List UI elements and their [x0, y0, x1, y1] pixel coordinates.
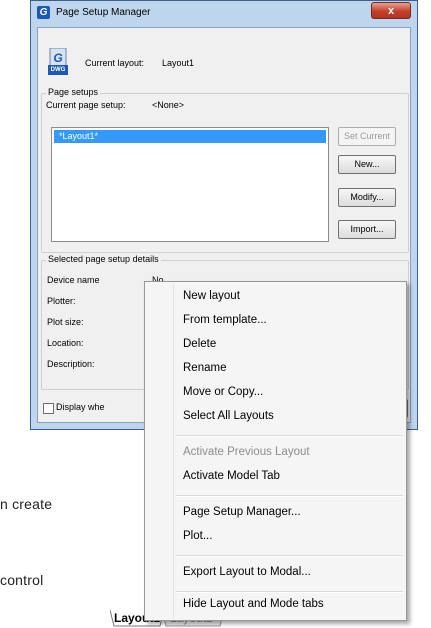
title-bar[interactable]: G Page Setup Manager x: [31, 1, 417, 27]
description-label: Description:: [47, 359, 95, 369]
modify-button[interactable]: Modify...: [338, 188, 396, 207]
menu-item-new-layout[interactable]: New layout: [183, 290, 240, 302]
menu-item-activate-model-tab[interactable]: Activate Model Tab: [183, 470, 280, 482]
menu-item-rename[interactable]: Rename: [183, 362, 226, 374]
page-setups-title: Page setups: [46, 87, 101, 97]
new-button[interactable]: New...: [338, 155, 396, 174]
plotter-label: Plotter:: [47, 296, 76, 306]
plot-size-label: Plot size:: [47, 317, 84, 327]
current-page-setup-label: Current page setup:: [46, 100, 126, 110]
app-icon: G: [37, 6, 50, 19]
menu-separator: [176, 591, 403, 593]
menu-item-export-layout[interactable]: Export Layout to Modal...: [183, 566, 311, 578]
svg-text:G: G: [53, 51, 62, 65]
current-layout-label: Current layout:: [85, 58, 145, 68]
page-setups-group: Page setups Current page setup: <None> *…: [41, 87, 409, 253]
import-button[interactable]: Import...: [338, 220, 396, 239]
menu-item-hide-layout-tabs[interactable]: Hide Layout and Mode tabs: [183, 598, 324, 610]
background-text-line2: control: [0, 572, 44, 588]
current-layout-value: Layout1: [162, 58, 195, 68]
dwg-badge-text: DWG: [50, 67, 66, 73]
background-text-line1: n create: [0, 496, 53, 512]
menu-item-move-or-copy[interactable]: Move or Copy...: [183, 386, 263, 398]
menu-item-select-all-layouts[interactable]: Select All Layouts: [183, 410, 274, 422]
page-setups-list[interactable]: *Layout1*: [51, 127, 329, 242]
current-page-setup-value: <None>: [152, 100, 185, 110]
list-item[interactable]: *Layout1*: [54, 130, 326, 143]
menu-separator: [176, 555, 403, 557]
menu-item-activate-previous-layout[interactable]: Activate Previous Layout: [183, 446, 310, 458]
close-button[interactable]: x: [371, 2, 411, 19]
display-checkbox[interactable]: [43, 403, 54, 414]
menu-item-delete[interactable]: Delete: [183, 338, 216, 350]
device-name-label: Device name: [47, 275, 100, 285]
layout-context-menu: New layout From template... Delete Renam…: [144, 281, 407, 621]
display-checkbox-label: Display whe: [56, 402, 105, 412]
menu-item-page-setup-manager[interactable]: Page Setup Manager...: [183, 506, 301, 518]
menu-item-from-template[interactable]: From template...: [183, 314, 267, 326]
menu-separator: [176, 495, 403, 497]
details-title: Selected page setup details: [46, 254, 161, 264]
menu-separator: [176, 435, 403, 437]
menu-item-plot[interactable]: Plot...: [183, 530, 212, 542]
menu-icon-gutter: [173, 284, 174, 618]
set-current-button[interactable]: Set Current: [338, 127, 396, 146]
window-title: Page Setup Manager: [56, 7, 151, 18]
location-label: Location:: [47, 338, 84, 348]
